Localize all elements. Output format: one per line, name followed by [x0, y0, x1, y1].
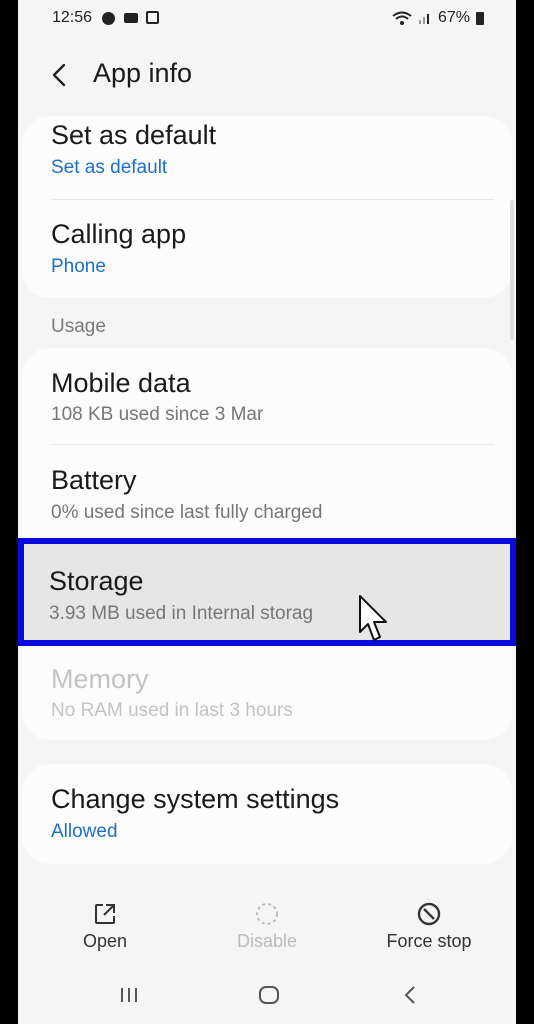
storage-row-content: Storage 3.93 MB used in Internal storag — [22, 544, 512, 640]
force-stop-label: Force stop — [386, 931, 472, 951]
battery-icon — [476, 11, 484, 25]
mouse-cursor-icon — [359, 595, 387, 641]
battery-percent: 67% — [437, 9, 470, 26]
signal-icon — [418, 14, 429, 24]
calling-app-subtitle: Phone — [51, 256, 106, 277]
navigation-bar — [18, 968, 516, 1024]
app-bar: App info — [18, 40, 516, 108]
notification-dot-icon — [102, 12, 115, 25]
force-stop-icon — [417, 902, 441, 926]
back-nav-icon[interactable] — [396, 980, 426, 1010]
open-label: Open — [82, 931, 128, 951]
storage-title: Storage — [49, 566, 144, 596]
app-info-screen: 12:56 67% App info Set as default Set as… — [18, 0, 516, 1024]
force-stop-button[interactable]: Force stop — [364, 885, 494, 965]
change-system-settings-title: Change system settings — [51, 784, 340, 814]
status-right: 67% — [392, 9, 484, 27]
set-as-default-title: Set as default — [51, 120, 217, 150]
memory-subtitle: No RAM used in last 3 hours — [51, 700, 293, 721]
set-as-default-row[interactable]: Set as default Set as default — [22, 116, 512, 200]
defaults-card: Set as default Set as default Calling ap… — [22, 116, 512, 298]
video-icon — [124, 13, 138, 23]
mobile-data-subtitle: 108 KB used since 3 Mar — [51, 404, 264, 425]
battery-subtitle: 0% used since last fully charged — [51, 502, 323, 523]
mobile-data-row[interactable]: Mobile data 108 KB used since 3 Mar — [22, 348, 512, 444]
usage-section-label: Usage — [51, 316, 106, 337]
disable-label: Disable — [236, 931, 298, 951]
change-system-settings-subtitle: Allowed — [51, 821, 118, 842]
memory-row[interactable]: Memory No RAM used in last 3 hours — [22, 644, 512, 740]
battery-title: Battery — [51, 465, 137, 495]
page-title: App info — [93, 58, 193, 88]
disable-button[interactable]: Disable — [202, 885, 332, 965]
wifi-icon — [392, 11, 412, 25]
calling-app-row[interactable]: Calling app Phone — [22, 200, 512, 298]
storage-subtitle: 3.93 MB used in Internal storag — [49, 603, 314, 624]
back-arrow-icon[interactable] — [46, 60, 76, 90]
open-external-icon — [95, 904, 115, 924]
scrollbar[interactable] — [510, 200, 514, 340]
home-icon[interactable] — [254, 980, 284, 1010]
status-time: 12:56 — [52, 9, 93, 26]
set-as-default-subtitle: Set as default — [51, 157, 168, 178]
disable-icon — [256, 903, 278, 925]
system-card: Change system settings Allowed — [22, 764, 512, 864]
battery-row[interactable]: Battery 0% used since last fully charged — [22, 445, 512, 537]
status-bar: 12:56 67% — [18, 0, 516, 40]
recent-apps-icon[interactable] — [114, 980, 144, 1010]
mobile-data-title: Mobile data — [51, 368, 191, 398]
bottom-action-bar: Open Disable Force stop — [18, 885, 516, 965]
storage-row[interactable]: Storage 3.93 MB used in Internal storag — [18, 538, 516, 646]
memory-title: Memory — [51, 664, 149, 694]
open-button[interactable]: Open — [40, 885, 170, 965]
calling-app-title: Calling app — [51, 219, 187, 249]
change-system-settings-row[interactable]: Change system settings Allowed — [22, 764, 512, 864]
screenshot-icon — [146, 11, 159, 24]
